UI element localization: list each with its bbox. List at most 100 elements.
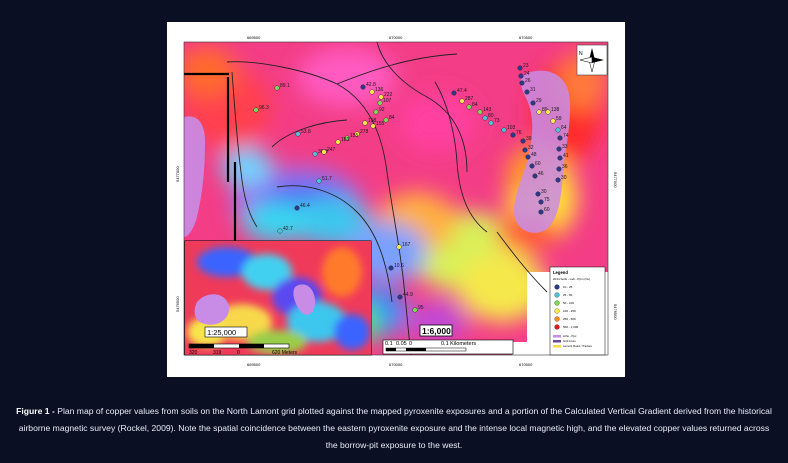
sample-point [557, 155, 563, 161]
sample-point [536, 109, 542, 115]
caption-text: Plan map of copper values from soils on … [18, 406, 772, 450]
sample-point [335, 139, 341, 145]
sample-point [501, 127, 507, 133]
sample-point [530, 100, 536, 106]
sample-point [277, 228, 283, 234]
sample-label: 155 [350, 133, 359, 139]
sample-label: 136 [375, 87, 384, 93]
legend-extra-label: Lamont Road / Trackes [563, 344, 593, 348]
legend-extra-label: Grid Lines [563, 339, 576, 343]
sample-point [383, 117, 389, 123]
sample-label: 23 [523, 63, 529, 69]
sample-label: 84 [389, 115, 395, 121]
sample-label: 60 [535, 161, 541, 167]
sample-label: 48 [531, 152, 537, 158]
sample-label: 155 [376, 121, 385, 127]
sample-label: 39 [526, 136, 532, 142]
sample-point [538, 209, 544, 215]
sample-label: 46 [538, 171, 544, 177]
figure-caption: Figure 1 - Plan map of copper values fro… [14, 403, 774, 454]
sample-point [556, 146, 562, 152]
sample-point [412, 307, 418, 313]
sample-point [377, 100, 383, 106]
sample-label: 42.7 [283, 226, 293, 232]
legend-label: 100 - 250 [563, 309, 576, 313]
sample-label: 64 [561, 125, 567, 131]
sample-point [397, 294, 403, 300]
sample-label: 74 [563, 133, 569, 139]
sample-point [555, 127, 561, 133]
sample-label: 26 [525, 78, 531, 84]
coord-right-1: 5476500 [613, 304, 618, 320]
legend-extra-swatch [553, 340, 561, 343]
legend-swatch [554, 300, 560, 306]
sample-label: 53.8 [301, 129, 311, 135]
sample-label: 51.7 [322, 176, 332, 182]
sample-point [316, 178, 322, 184]
sample-point [518, 73, 524, 79]
sample-point [451, 90, 457, 96]
sample-point [532, 173, 538, 179]
sample-point [396, 244, 402, 250]
sample-point [545, 109, 551, 115]
inset-map: 1:25,000 320 319 0 620 Meters [184, 240, 372, 356]
inset-scale-ratio: 1:25,000 [207, 328, 236, 337]
sample-point [556, 166, 562, 172]
sample-point [538, 199, 544, 205]
legend-label: 250 - 500 [563, 317, 576, 321]
sample-label: 92 [379, 107, 385, 113]
legend-label: 25 - 50 [563, 293, 573, 297]
sample-point [360, 84, 366, 90]
coord-left-1: 5476500 [175, 296, 180, 312]
sample-point [362, 120, 368, 126]
legend-extra-label: Litho - Ppx [563, 334, 577, 338]
sample-point [466, 104, 472, 110]
sample-label: 76 [516, 130, 522, 136]
sample-point [388, 265, 394, 271]
main-scale-tick-3: 0.1 Kilometers [441, 341, 476, 347]
legend-label: 10 - 25 [563, 285, 573, 289]
coord-top-0: 669500 [247, 35, 261, 40]
sample-point [550, 118, 556, 124]
main-scale-tick-0: 0.1 [385, 341, 393, 347]
sample-label: 46.4 [300, 203, 310, 209]
sample-label: 29 [536, 98, 542, 104]
sample-point [555, 177, 561, 183]
coord-top-2: 670500 [519, 35, 533, 40]
legend-label: 500 - 1,000 [563, 325, 579, 329]
legend-title: Legend [553, 270, 568, 275]
coord-top-1: 670000 [389, 35, 403, 40]
sample-label: 30 [561, 175, 567, 181]
sample-point [522, 147, 528, 153]
sample-label: 89.1 [280, 83, 290, 89]
sample-label: 44.9 [403, 292, 413, 298]
coord-bottom-2: 670500 [519, 362, 533, 367]
sample-point [274, 85, 280, 91]
sample-label: 10.6 [394, 263, 404, 269]
sample-label: 41 [563, 153, 569, 159]
sample-label: 80 [488, 113, 494, 119]
sample-point [321, 149, 327, 155]
sample-point [535, 191, 541, 197]
main-scale-ratio: 1:6,000 [422, 326, 451, 336]
sample-label: 107 [383, 98, 392, 104]
sample-label: 36 [562, 164, 568, 170]
sample-label: 31 [530, 87, 536, 93]
legend-subtitle: 2014 Soils - Lab - Ppm (Cu) [553, 277, 590, 281]
sample-label: 30 [541, 189, 547, 195]
coord-left-0: 5477000 [175, 166, 180, 182]
sample-point [482, 115, 488, 121]
sample-point [525, 154, 531, 160]
sample-point [488, 120, 494, 126]
legend-swatch [554, 292, 560, 298]
sample-label: 59 [556, 116, 562, 122]
legend-extra-swatch [553, 335, 561, 338]
sample-point [557, 135, 563, 141]
north-label: N [579, 51, 583, 57]
sample-label: 73 [494, 118, 500, 124]
caption-lead: Figure 1 - [16, 406, 55, 416]
sample-label: 167 [402, 242, 411, 248]
legend-swatch [554, 316, 560, 322]
sample-point [370, 123, 376, 129]
sample-point [524, 89, 530, 95]
